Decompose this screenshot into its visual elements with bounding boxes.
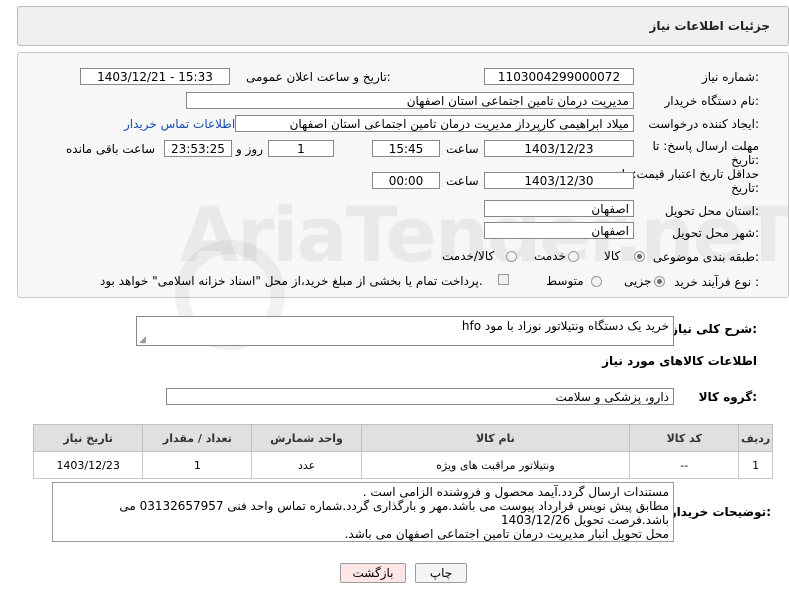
notes-line: مطابق پیش نویس قرارداد پیوست می باشد.مهر… xyxy=(119,499,669,527)
goods-section-title: اطلاعات کالاهای مورد نیاز xyxy=(602,354,757,368)
category-radio-goods-service[interactable] xyxy=(506,251,517,262)
buyer-field: مدیریت درمان تامین اجتماعی استان اصفهان xyxy=(186,92,634,109)
resize-grip-icon: ◢ xyxy=(139,335,146,345)
category-option-service: خدمت xyxy=(534,249,566,263)
cell-code: -- xyxy=(629,451,740,479)
category-radio-goods[interactable] xyxy=(634,251,645,262)
page-header: جزئیات اطلاعات نیاز xyxy=(17,6,789,46)
notes-box: مستندات ارسال گردد.آیمد محصول و فروشنده … xyxy=(52,482,674,542)
buyer-label: نام دستگاه خریدار: xyxy=(664,94,760,108)
validity-label: حداقل تاریخ اعتبار قیمت: تا xyxy=(621,167,759,181)
goods-table-header: ردیف کد کالا نام کالا واحد شمارش تعداد /… xyxy=(32,424,773,452)
notes-line: محل تحویل انبار مدیریت درمان تامین اجتما… xyxy=(344,527,669,541)
city-field: اصفهان xyxy=(484,222,634,239)
col-name: نام کالا xyxy=(360,424,631,452)
notes-label: توضیحات خریدار: xyxy=(669,505,771,519)
table-row: 1 -- ونتیلاتور مراقبت های ویژه عدد 1 140… xyxy=(32,451,773,479)
process-radio-minor[interactable] xyxy=(654,276,665,287)
province-field: اصفهان xyxy=(484,200,634,217)
cell-date: 1403/12/23 xyxy=(32,451,144,479)
category-option-goods-service: کالا/خدمت xyxy=(442,249,495,263)
process-option-medium: متوسط xyxy=(546,274,584,288)
treasury-payment-text: پرداخت تمام یا بخشی از مبلغ خرید،از محل … xyxy=(100,274,483,288)
creator-label: ایجاد کننده درخواست: xyxy=(648,117,759,131)
goods-group-label: گروه کالا: xyxy=(698,390,757,404)
remaining-label: ساعت باقی مانده xyxy=(66,142,156,156)
back-button[interactable]: بازگشت xyxy=(340,563,406,583)
days-field: 1 xyxy=(268,140,334,157)
notes-line: مستندات ارسال گردد.آیمد محصول و فروشنده … xyxy=(362,485,669,499)
need-number-label: شماره نیاز: xyxy=(701,70,759,84)
print-button[interactable]: چاپ xyxy=(415,563,467,583)
validity-label-2: تاریخ: xyxy=(731,181,759,195)
category-radio-service[interactable] xyxy=(568,251,579,262)
need-number-field: 1103004299000072 xyxy=(484,68,634,85)
process-label: نوع فرآیند خرید : xyxy=(674,275,759,289)
goods-group-field: دارو، پزشکی و سلامت xyxy=(166,388,674,405)
col-unit: واحد شمارش xyxy=(251,424,362,452)
deadline-time-label: ساعت xyxy=(446,142,479,156)
province-label: استان محل تحویل: xyxy=(664,204,759,218)
deadline-time-field: 15:45 xyxy=(372,140,440,157)
announce-field: 1403/12/21 - 15:33 xyxy=(80,68,230,85)
city-label: شهر محل تحویل: xyxy=(672,226,759,240)
cell-row: 1 xyxy=(738,451,773,479)
page-title: جزئیات اطلاعات نیاز xyxy=(649,19,770,33)
cell-unit: عدد xyxy=(251,451,362,479)
validity-date-field: 1403/12/30 xyxy=(484,172,634,189)
deadline-label: مهلت ارسال پاسخ: تا xyxy=(652,139,759,153)
process-option-minor: جزیی xyxy=(624,274,652,288)
cell-quantity: 1 xyxy=(142,451,253,479)
deadline-date-field: 1403/12/23 xyxy=(484,140,634,157)
process-radio-medium[interactable] xyxy=(591,276,602,287)
col-row: ردیف xyxy=(738,424,773,452)
category-option-goods: کالا xyxy=(604,249,621,263)
treasury-payment-checkbox[interactable] xyxy=(498,274,509,285)
days-label: روز و xyxy=(236,142,263,156)
deadline-label-2: تاریخ: xyxy=(731,153,759,167)
remaining-time-field: 23:53:25 xyxy=(164,140,232,157)
col-date: تاریخ نیاز xyxy=(32,424,144,452)
category-label: طبقه بندی موضوعی: xyxy=(652,250,759,264)
summary-textarea: خرید یک دستگاه ونتیلاتور نوزاد با مود hf… xyxy=(136,316,674,346)
goods-table: ردیف کد کالا نام کالا واحد شمارش تعداد /… xyxy=(32,424,773,479)
col-quantity: تعداد / مقدار xyxy=(142,424,253,452)
cell-name: ونتیلاتور مراقبت های ویژه xyxy=(360,451,631,479)
summary-label: شرح کلی نیاز: xyxy=(671,322,757,336)
validity-time-field: 00:00 xyxy=(372,172,440,189)
buyer-contact-link[interactable]: اطلاعات تماس خریدار xyxy=(124,117,235,131)
creator-field: میلاد ابراهیمی کارپرداز مدیریت درمان تام… xyxy=(235,115,634,132)
validity-time-label: ساعت xyxy=(446,174,479,188)
announce-label: تاریخ و ساعت اعلان عمومی: xyxy=(246,70,391,84)
col-code: کد کالا xyxy=(629,424,740,452)
